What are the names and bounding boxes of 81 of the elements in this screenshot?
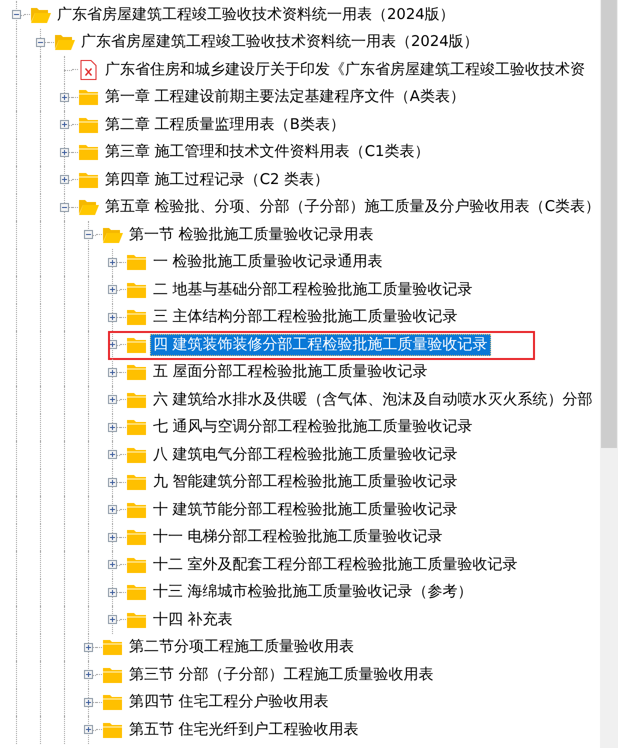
expand-button[interactable] [108,588,116,597]
expand-button[interactable] [108,312,116,322]
expand-button[interactable] [84,670,92,680]
expand-button[interactable] [108,615,116,624]
expand-button[interactable] [108,422,116,432]
expand-button[interactable] [60,92,68,102]
expand-button[interactable] [108,285,116,294]
expand-button[interactable] [108,258,116,267]
folder-icon [126,446,147,464]
tree-item[interactable]: 七 通风与空调分部工程检验批施工质量验收记录 [150,416,476,438]
tree-item[interactable]: 第三节 分部（子分部）工程施工质量验收用表 [126,664,437,686]
tree-item[interactable]: 广东省房屋建筑工程竣工验收技术资料统一用表（2024版） [78,31,482,54]
expand-button[interactable] [108,368,116,377]
tree-item[interactable]: 六 建筑给水排水及供暖（含气体、泡沫及自动喷水灭火系统）分部 [150,388,596,411]
tree-item[interactable]: 十三 海绵城市检验批施工质量验收记录（参考） [150,581,476,604]
folder-icon [126,308,147,326]
tree-item[interactable]: 十一 电梯分部工程检验批施工质量验收记录 [150,526,446,548]
tree-item[interactable]: 十 建筑节能分部工程检验批施工质量验收记录 [150,498,461,521]
folder-icon [102,720,123,739]
folder-icon [78,88,99,106]
expand-button[interactable] [108,505,116,514]
tree-item[interactable]: 第四章 施工过程记录（C2 类表） [102,168,332,191]
folder-icon [126,473,147,492]
tree-item[interactable]: 第一节 检验批施工质量验收记录用表 [126,224,377,246]
expand-button[interactable] [108,450,116,460]
tree-item[interactable]: 第五章 检验批、分项、分部（子分部）施工质量及分户验收用表（C类表） [102,196,600,218]
expand-button[interactable] [60,175,68,184]
expand-button[interactable] [84,698,92,707]
tree-item[interactable]: 第四节 住宅工程分户验收用表 [126,691,332,714]
folder-icon [102,666,123,684]
scrollbar[interactable] [600,0,618,748]
tree-item[interactable]: 二 地基与基础分部工程检验批施工质量验收记录 [150,278,476,301]
folder-icon [102,693,123,712]
folder-icon [78,116,99,134]
document-icon [78,58,99,81]
folder-icon [126,500,147,519]
folder-icon [126,418,147,436]
expand-button[interactable] [108,532,116,542]
open-folder-icon [54,33,75,52]
folder-icon [102,638,123,656]
folder-icon [126,253,147,272]
tree-item[interactable]: 第二节分项工程施工质量验收用表 [126,636,357,658]
tree-item[interactable]: 八 建筑电气分部工程检验批施工质量验收记录 [150,444,461,466]
tree-item[interactable]: 九 智能建筑分部工程检验批施工质量验收记录 [150,471,461,494]
tree-item[interactable]: 广东省住房和城乡建设厅关于印发《广东省房屋建筑工程竣工验收技术资 [102,58,588,81]
collapse-button[interactable] [84,230,92,240]
expand-button[interactable] [84,642,92,652]
tree-item[interactable]: 第二章 工程质量监理用表（B类表） [102,114,348,136]
tree-item[interactable]: 一 检验批施工质量验收记录通用表 [150,251,386,274]
folder-icon [78,143,99,162]
folder-icon [126,583,147,602]
collapse-button[interactable] [12,10,20,20]
folder-icon [126,336,147,354]
tree-item[interactable]: 第三章 施工管理和技术文件资料用表（C1类表） [102,141,432,164]
tree-item[interactable]: 三 主体结构分部工程检验批施工质量验收记录 [150,306,461,328]
tree-item[interactable]: 十二 室外及配套工程分部工程检验批施工质量验收记录 [150,554,521,576]
folder-icon [126,610,147,629]
folder-icon [126,528,147,546]
folder-icon [126,390,147,409]
expand-button[interactable] [60,148,68,157]
tree-item[interactable]: 四 建筑装饰装修分部工程检验批施工质量验收记录 [150,334,491,356]
collapse-button[interactable] [36,38,44,47]
tree-item[interactable]: 广东省房屋建筑工程竣工验收技术资料统一用表（2024版） [54,4,458,26]
open-folder-icon [30,6,51,24]
expand-button[interactable] [108,395,116,404]
folder-icon [126,280,147,299]
open-folder-icon [78,198,99,216]
scrollbar-thumb[interactable] [601,0,617,448]
tree-item[interactable]: 第一章 工程建设前期主要法定基建程序文件（A类表） [102,86,468,108]
expand-button[interactable] [84,725,92,734]
open-folder-icon [102,226,123,244]
folder-icon [78,170,99,189]
collapse-button[interactable] [60,202,68,212]
expand-button[interactable] [108,560,116,570]
expand-button[interactable] [60,120,68,130]
tree-item[interactable]: 十四 补充表 [150,608,236,631]
tree-item[interactable]: 第五节 住宅光纤到户工程验收用表 [126,718,362,741]
folder-icon [126,556,147,574]
expand-button[interactable] [108,478,116,487]
tree-item[interactable]: 五 屋面分部工程检验批施工质量验收记录 [150,361,431,384]
folder-icon [126,363,147,382]
